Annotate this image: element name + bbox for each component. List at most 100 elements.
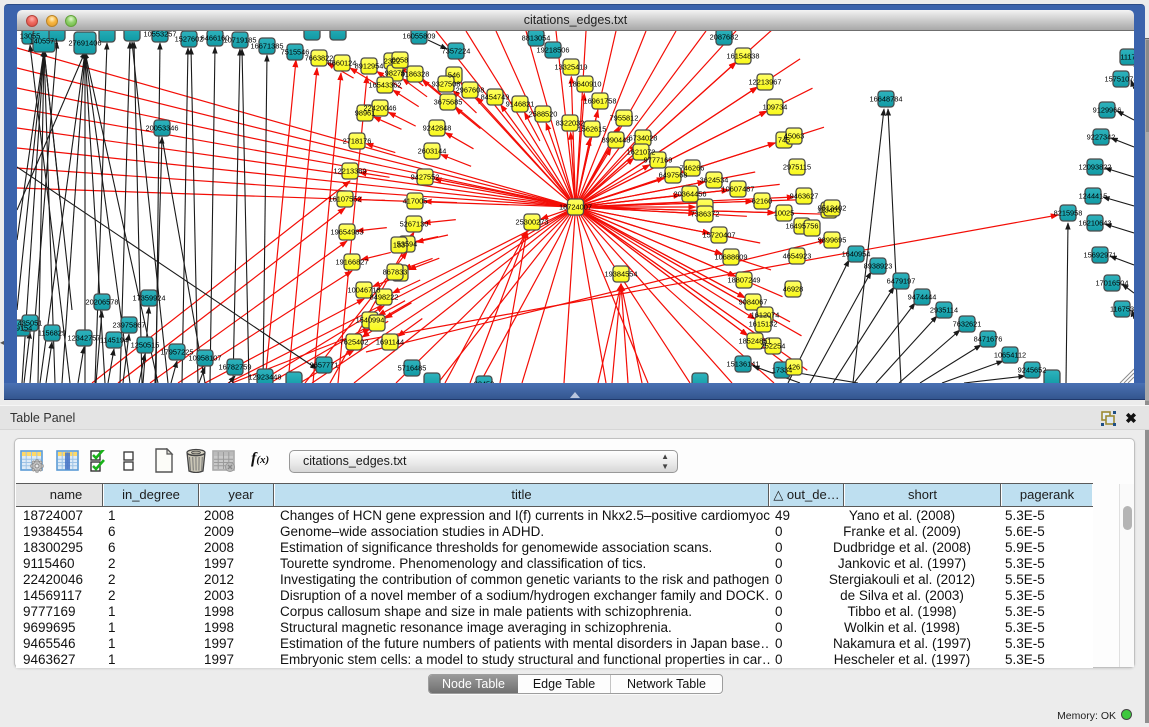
svg-text:19384554: 19384554 [605, 269, 638, 278]
svg-text:15692971: 15692971 [1084, 250, 1117, 259]
svg-text:19166827: 19166827 [336, 257, 369, 266]
svg-text:4654923: 4654923 [783, 251, 812, 260]
svg-text:16782759: 16782759 [219, 362, 252, 371]
svg-text:7955812: 7955812 [610, 113, 639, 122]
svg-text:2588520: 2588520 [529, 109, 558, 118]
svg-text:18724007: 18724007 [559, 202, 592, 211]
svg-text:417005: 417005 [403, 196, 428, 205]
svg-text:3675685: 3675685 [434, 97, 463, 106]
svg-text:6734028: 6734028 [629, 133, 658, 142]
svg-text:9242848: 9242848 [423, 123, 452, 132]
svg-text:6479197: 6479197 [887, 276, 916, 285]
svg-text:16154838: 16154838 [727, 51, 760, 60]
svg-text:17016504: 17016504 [1096, 278, 1129, 287]
svg-text:8186328: 8186328 [401, 69, 430, 78]
svg-text:23975867: 23975867 [113, 320, 146, 329]
svg-text:92450: 92450 [474, 379, 495, 383]
svg-text:6058: 6058 [392, 55, 408, 64]
svg-text:10025: 10025 [774, 208, 795, 217]
svg-text:20206578: 20206578 [86, 297, 119, 306]
svg-text:8471676: 8471676 [974, 334, 1003, 343]
svg-text:5267130: 5267130 [400, 219, 429, 228]
svg-text:16543362: 16543362 [369, 80, 402, 89]
svg-text:426: 426 [788, 362, 800, 371]
svg-text:17359924: 17359924 [133, 293, 166, 302]
svg-text:8215958: 8215958 [1054, 208, 1083, 217]
svg-text:9657771: 9657771 [310, 360, 339, 369]
svg-text:12093822: 12093822 [1079, 162, 1112, 171]
svg-text:9899695: 9899695 [818, 235, 847, 244]
svg-text:7357224: 7357224 [442, 46, 471, 55]
svg-text:9427552: 9427552 [411, 172, 440, 181]
svg-text:20053346: 20053346 [146, 123, 179, 132]
svg-text:435051: 435051 [18, 318, 43, 327]
svg-text:10958107: 10958107 [189, 353, 222, 362]
svg-text:9777169: 9777169 [644, 155, 673, 164]
svg-text:16648784: 16648784 [870, 94, 903, 103]
svg-text:16961758: 16961758 [584, 96, 617, 105]
svg-text:15136141: 15136141 [727, 359, 760, 368]
svg-text:9084067: 9084067 [739, 297, 768, 306]
svg-text:252254: 252254 [761, 341, 786, 350]
svg-text:12923448: 12923448 [249, 372, 282, 381]
svg-text:2935114: 2935114 [930, 305, 958, 314]
svg-text:8990448: 8990448 [602, 135, 631, 144]
svg-text:16495756: 16495756 [786, 221, 819, 230]
svg-text:1691144: 1691144 [376, 337, 404, 346]
svg-text:3624534: 3624534 [700, 175, 729, 184]
svg-text:1156829: 1156829 [38, 328, 66, 337]
svg-text:10607487: 10607487 [722, 184, 755, 193]
svg-text:9146821: 9146821 [506, 99, 535, 108]
svg-text:16210643: 16210643 [1079, 218, 1112, 227]
svg-text:98961: 98961 [355, 108, 376, 117]
svg-text:19654983: 19654983 [331, 227, 364, 236]
svg-text:546: 546 [448, 70, 460, 79]
svg-text:109734: 109734 [763, 102, 788, 111]
svg-text:1527602: 1527602 [175, 34, 204, 43]
svg-text:46928: 46928 [783, 284, 804, 293]
svg-text:1117: 1117 [1120, 52, 1134, 61]
svg-text:1405571: 1405571 [30, 36, 59, 45]
svg-text:7632621: 7632621 [953, 319, 982, 328]
svg-text:10654112: 10654112 [994, 350, 1026, 359]
svg-text:1540994: 1540994 [356, 315, 385, 324]
svg-text:116753: 116753 [1110, 304, 1134, 313]
svg-text:8912954: 8912954 [355, 61, 384, 70]
svg-text:1250515: 1250515 [131, 340, 160, 349]
svg-text:6497568: 6497568 [659, 170, 688, 179]
svg-text:19218506: 19218506 [537, 45, 570, 54]
svg-text:12213389: 12213389 [334, 166, 367, 175]
svg-text:1612074: 1612074 [751, 310, 780, 319]
svg-text:2087682: 2087682 [710, 32, 739, 41]
svg-text:8660124: 8660124 [328, 58, 357, 67]
svg-text:867833: 867833 [383, 267, 408, 276]
svg-text:18807249: 18807249 [728, 275, 761, 284]
svg-text:13325419: 13325419 [555, 62, 588, 71]
svg-text:1244415: 1244415 [1079, 191, 1108, 200]
svg-text:10553257: 10553257 [144, 31, 177, 38]
svg-text:2975115: 2975115 [783, 162, 811, 171]
svg-text:183: 183 [393, 240, 405, 249]
svg-text:15751074: 15751074 [1105, 74, 1134, 83]
svg-text:8813054: 8813054 [522, 33, 551, 42]
svg-text:9474444: 9474444 [908, 292, 937, 301]
svg-text:9513402: 9513402 [818, 203, 847, 212]
svg-text:8498222: 8498222 [370, 292, 399, 301]
svg-text:2603144: 2603144 [418, 146, 447, 155]
svg-text:16055809: 16055809 [403, 31, 436, 40]
svg-text:9129966: 9129966 [1093, 105, 1122, 114]
svg-text:9245652: 9245652 [1018, 365, 1047, 374]
svg-text:16107552: 16107552 [329, 194, 362, 203]
svg-text:45063: 45063 [784, 131, 805, 140]
svg-text:7625402: 7625402 [340, 337, 369, 346]
svg-text:10688609: 10688609 [715, 252, 748, 261]
svg-text:7386372: 7386372 [691, 209, 720, 218]
svg-text:1615132: 1615132 [749, 319, 778, 328]
svg-text:27691406: 27691406 [69, 38, 102, 47]
svg-text:8938923: 8938923 [864, 261, 893, 270]
svg-text:15720407: 15720407 [703, 230, 736, 239]
svg-text:12213967: 12213967 [749, 77, 782, 86]
svg-text:16671385: 16671385 [251, 41, 284, 50]
svg-text:20364456: 20364456 [674, 189, 707, 198]
svg-text:1640954: 1640954 [842, 249, 871, 258]
